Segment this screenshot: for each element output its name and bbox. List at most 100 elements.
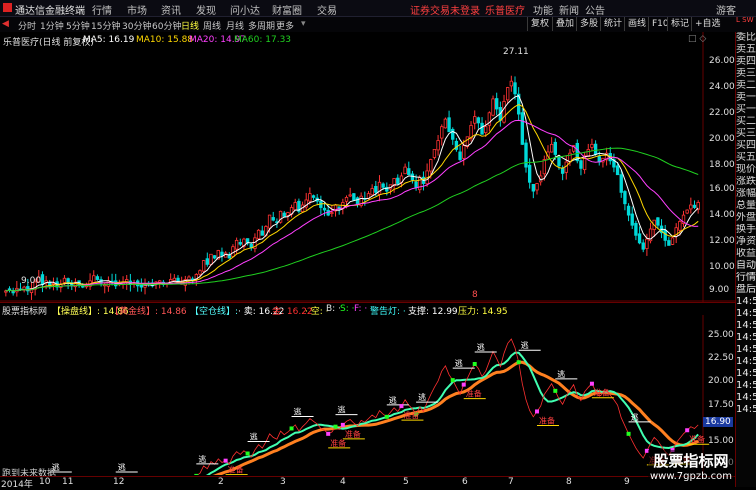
chart-settings-icon[interactable]: □ ◇ (688, 34, 706, 44)
menu-notice[interactable]: 公告 (585, 2, 605, 17)
menu-news[interactable]: 资讯 (161, 2, 181, 17)
menu-quotes[interactable]: 行情 (92, 2, 112, 17)
tool-overlay[interactable]: 叠加 (552, 17, 577, 31)
side-panel-item[interactable]: 14:5 (736, 320, 756, 332)
signal-marker (194, 473, 199, 475)
tool-adjust[interactable]: 复权 (527, 17, 552, 31)
y-tick: 12.00 (709, 236, 735, 246)
side-panel-item[interactable]: 14:5 (736, 368, 756, 380)
period-tab-multi[interactable]: 多周期 (248, 19, 275, 32)
candle-body (557, 156, 561, 167)
ma60-label: MA60: 17.33 (234, 35, 292, 45)
side-panel-item[interactable]: 买一 (736, 104, 756, 116)
period-tab-day[interactable]: 日线 (181, 19, 199, 32)
tool-stats[interactable]: 统计 (600, 17, 625, 31)
period-tab-month[interactable]: 月线 (226, 19, 244, 32)
indicator-title[interactable]: 股票指标网 (2, 304, 47, 317)
side-panel-item[interactable]: 买二 (736, 116, 756, 128)
candle-body (212, 255, 217, 259)
side-panel-item[interactable]: 涨跌 (736, 176, 756, 188)
ind-y-tick: 25.00 (708, 330, 734, 340)
tool-multistock[interactable]: 多股 (576, 17, 601, 31)
period-tab-1m[interactable]: 1分钟 (40, 19, 64, 32)
tool-add-watchlist[interactable]: +自选 (691, 17, 724, 31)
candle-body (667, 240, 671, 246)
escape-signal-label: 逃 (477, 342, 485, 352)
menu-newsfeed[interactable]: 新闻 (559, 2, 579, 17)
indicator-chart[interactable]: 逃逃逃逃逃逃逃逃逃逃逃逃逃准备准备准备准备准备准备准备准备准备准备准备 (0, 315, 735, 475)
guest-user[interactable]: 游客 (716, 2, 736, 17)
candle-body (344, 197, 349, 202)
candle-body (484, 126, 488, 134)
side-panel-item[interactable]: 净资 (736, 236, 756, 248)
period-tab-15m[interactable]: 15分钟 (91, 19, 120, 32)
side-panel-item[interactable]: 行情 (736, 272, 756, 284)
period-tab-more[interactable]: 更多 (276, 19, 294, 32)
menu-function[interactable]: 功能 (533, 2, 553, 17)
side-panel-item[interactable]: 买五 (736, 152, 756, 164)
x-label: 3 (280, 477, 286, 487)
period-tab-30m[interactable]: 30分钟 (122, 19, 151, 32)
escape-signal-label: 逃 (294, 406, 302, 416)
side-panel-item[interactable]: 现价 (736, 164, 756, 176)
period-arrow-icon[interactable]: ◀ (2, 19, 9, 29)
side-panel-item[interactable]: 总量 (736, 200, 756, 212)
ready-signal-label: 准备 (345, 429, 361, 439)
signal-marker (245, 451, 250, 456)
side-panel-item[interactable]: 14:5 (736, 404, 756, 416)
side-panel-item[interactable]: 涨幅 (736, 188, 756, 200)
candle-body (231, 246, 235, 257)
candle-body (293, 202, 297, 211)
side-panel-item[interactable]: 收益 (736, 248, 756, 260)
panel-divider (0, 302, 735, 303)
side-panel-item[interactable]: 卖五 (736, 44, 756, 56)
menu-wealth[interactable]: 财富圈 (272, 2, 302, 17)
tool-draw[interactable]: 画线 (624, 17, 649, 31)
period-tab-tick[interactable]: 分时 (18, 19, 36, 32)
kline-chart[interactable] (0, 32, 735, 302)
side-panel-item[interactable]: 卖三 (736, 68, 756, 80)
candle-body (615, 165, 620, 176)
side-panel-item[interactable]: 14:5 (736, 308, 756, 320)
side-panel-item[interactable]: 自动 (736, 260, 756, 272)
side-panel-item[interactable]: 委比 (736, 32, 756, 44)
candle-body (436, 140, 440, 151)
side-panel-item[interactable]: 14:5 (736, 380, 756, 392)
side-panel-item[interactable]: 外盘 (736, 212, 756, 224)
candle-body (476, 117, 481, 124)
candle-body (509, 80, 514, 87)
side-panel-item[interactable]: 卖二 (736, 80, 756, 92)
candle-body (623, 191, 627, 205)
period-tab-week[interactable]: 周线 (203, 19, 221, 32)
candle-body (590, 143, 594, 148)
side-panel-item[interactable]: 14:5 (736, 392, 756, 404)
y-tick: 24.00 (709, 82, 735, 92)
menu-trade[interactable]: 交易 (317, 2, 337, 17)
side-panel-item[interactable]: 14:5 (736, 356, 756, 368)
menu-ask[interactable]: 问小达 (230, 2, 260, 17)
side-panel-item[interactable]: 卖一 (736, 92, 756, 104)
login-status[interactable]: 证券交易未登录 (410, 2, 480, 17)
menu-market[interactable]: 市场 (127, 2, 147, 17)
more-chevron-icon[interactable]: ▾ (301, 19, 306, 29)
title-bar: 通达信金融终端 行情 市场 资讯 发现 问小达 财富圈 交易 证券交易未登录 乐… (0, 0, 756, 17)
side-panel-item[interactable]: 14:5 (736, 344, 756, 356)
side-panel-item[interactable]: 换手 (736, 224, 756, 236)
side-panel-item[interactable]: 卖四 (736, 56, 756, 68)
side-panel-item[interactable]: 买四 (736, 140, 756, 152)
side-panel-item[interactable]: 盘后 (736, 284, 756, 296)
candle-body (322, 207, 327, 211)
side-panel-item[interactable]: 14:5 (736, 296, 756, 308)
period-tab-60m[interactable]: 60分钟 (152, 19, 181, 32)
period-tab-5m[interactable]: 5分钟 (66, 19, 90, 32)
candle-body (92, 275, 96, 284)
side-panel-item[interactable]: 买三 (736, 128, 756, 140)
candle-body (520, 112, 525, 145)
signal-marker (399, 404, 404, 409)
tool-mark[interactable]: 标记 (667, 17, 692, 31)
candle-body (560, 167, 565, 174)
candle-body (403, 166, 407, 175)
side-panel-item[interactable]: 14:5 (736, 332, 756, 344)
candle-body (381, 183, 385, 188)
menu-discover[interactable]: 发现 (196, 2, 216, 17)
